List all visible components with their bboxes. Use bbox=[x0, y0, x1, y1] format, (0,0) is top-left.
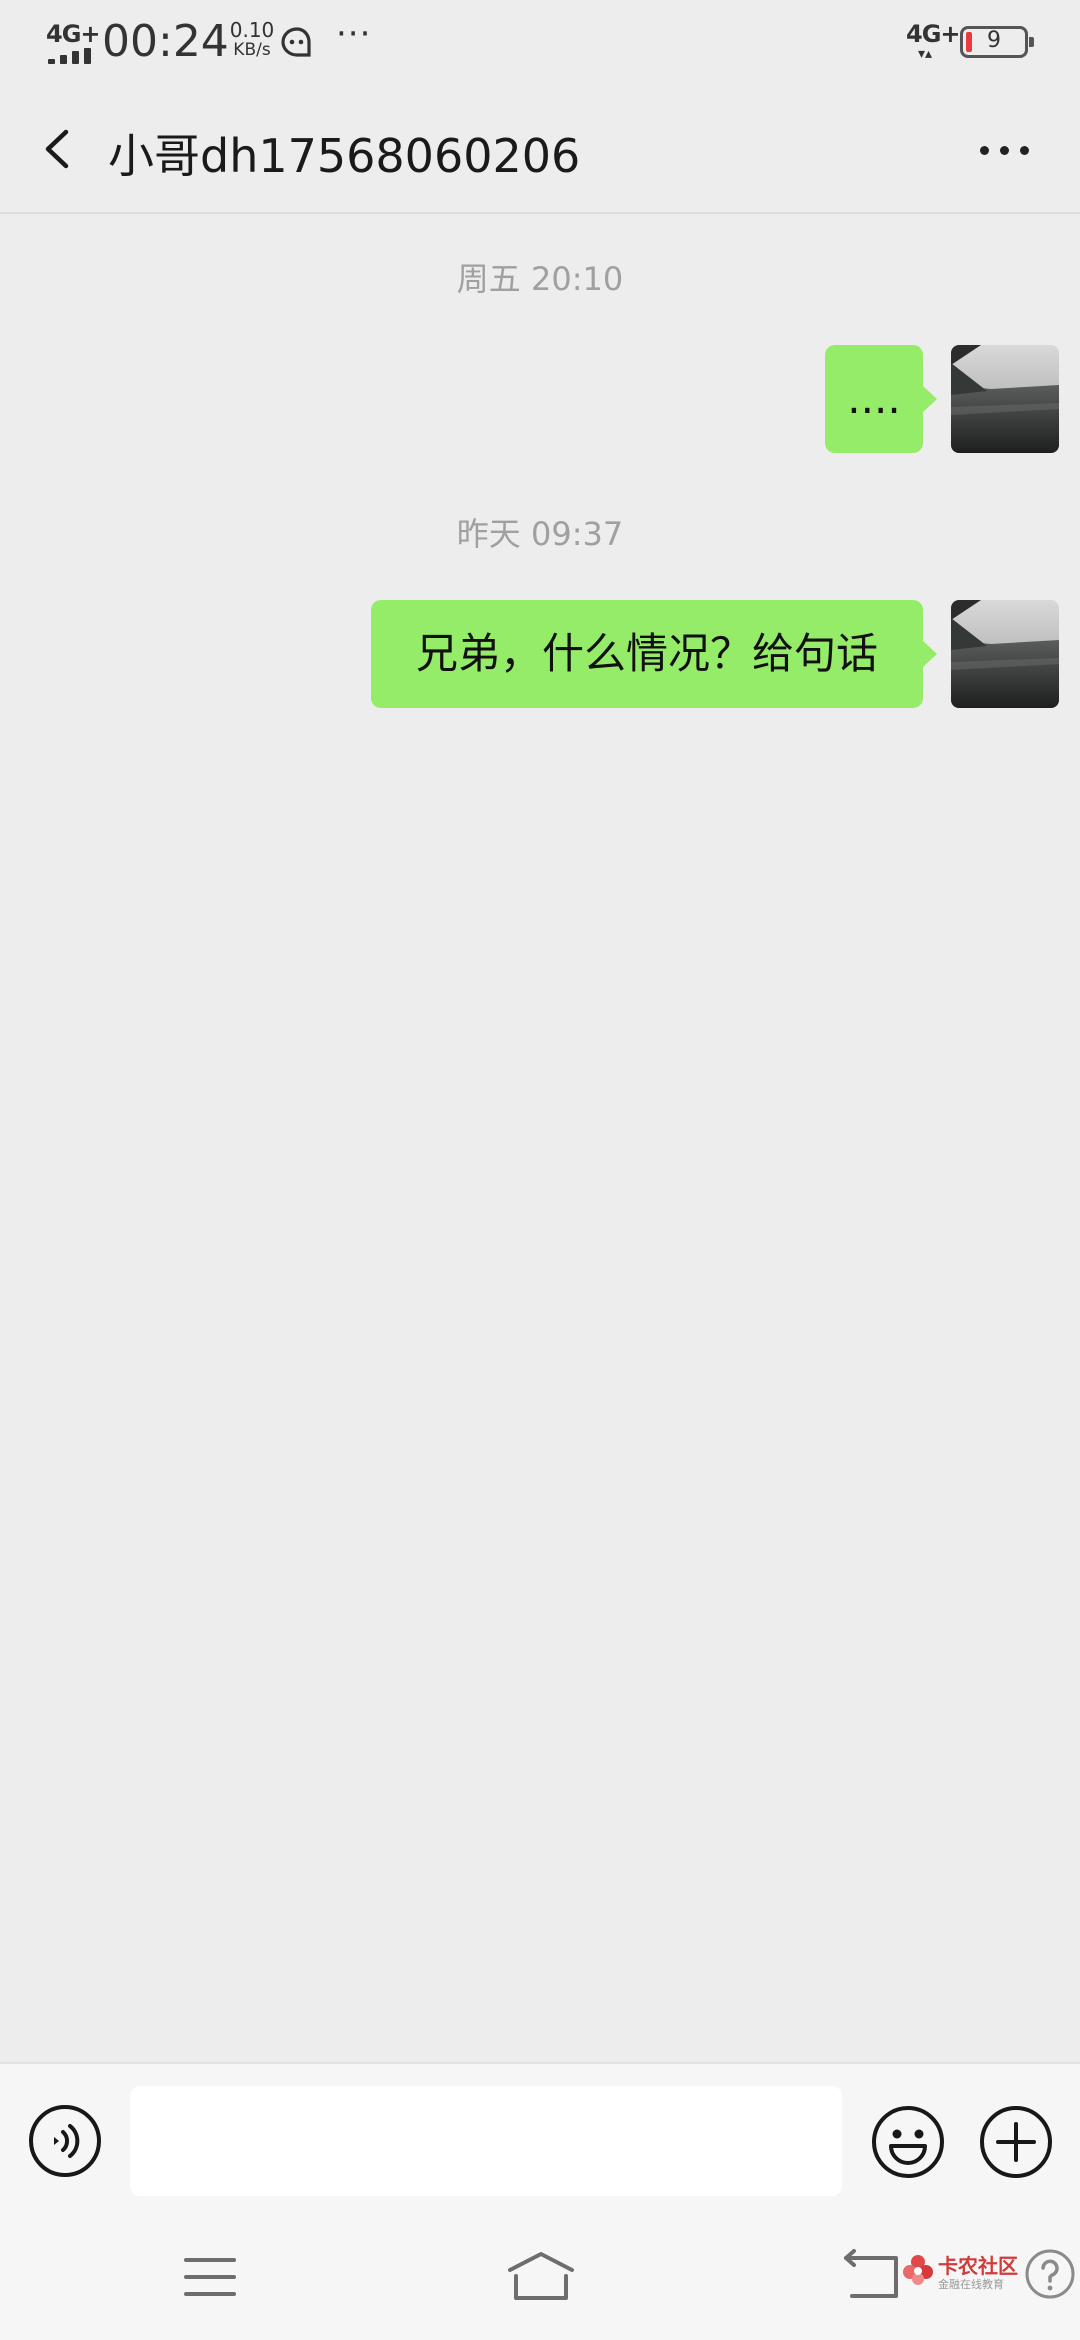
chat-title: 小哥dh17568060206 bbox=[108, 129, 581, 183]
system-navigation-bar: 卡农社区 金融在线教育 bbox=[0, 2212, 1080, 2340]
watermark-title: 卡农社区 bbox=[938, 2254, 1018, 2278]
signal-indicator-right: 4G+ ▾▴ bbox=[904, 20, 961, 64]
network-type-left: 4G+ bbox=[46, 20, 101, 48]
dot-icon bbox=[980, 146, 989, 155]
chat-notification-icon bbox=[281, 27, 311, 57]
signal-indicator-left: 4G+ bbox=[46, 20, 101, 64]
back-button[interactable] bbox=[30, 114, 90, 184]
home-icon[interactable] bbox=[504, 2248, 578, 2304]
message-input[interactable] bbox=[130, 2086, 842, 2196]
data-arrows-icon: ▾▴ bbox=[918, 46, 933, 62]
message-timestamp: 昨天 09:37 bbox=[456, 515, 624, 553]
menu-icon[interactable] bbox=[182, 2254, 238, 2300]
message-bubble[interactable]: 兄弟，什么情况？给句话 bbox=[371, 600, 937, 708]
watermark-subtitle: 金融在线教育 bbox=[938, 2278, 1004, 2291]
chat-header: 小哥dh17568060206 bbox=[0, 84, 1080, 214]
message-text: 兄弟，什么情况？给句话 bbox=[415, 629, 878, 678]
message-text: .... bbox=[847, 374, 901, 423]
input-bar bbox=[0, 2062, 1080, 2212]
dot-icon bbox=[1000, 146, 1009, 155]
status-more-icon: ··· bbox=[336, 14, 372, 54]
watermark-logo: 卡农社区 金融在线教育 bbox=[902, 2250, 1022, 2300]
emoji-button[interactable] bbox=[870, 2104, 946, 2180]
system-back-icon[interactable] bbox=[840, 2248, 904, 2304]
network-speed: 0.10 KB/s bbox=[222, 20, 282, 60]
battery-icon: 9 bbox=[960, 26, 1034, 58]
more-functions-button[interactable] bbox=[978, 2104, 1054, 2180]
message-bubble[interactable]: .... bbox=[825, 345, 937, 453]
voice-input-button[interactable] bbox=[28, 2104, 102, 2178]
help-icon[interactable] bbox=[1024, 2248, 1076, 2300]
avatar[interactable] bbox=[951, 345, 1059, 453]
battery-level-text: 9 bbox=[987, 28, 1001, 53]
network-speed-unit: KB/s bbox=[233, 40, 271, 60]
avatar[interactable] bbox=[951, 600, 1059, 708]
more-options-button[interactable] bbox=[966, 114, 1046, 184]
status-time: 00:24 bbox=[102, 16, 229, 67]
network-speed-value: 0.10 bbox=[229, 18, 275, 42]
dot-icon bbox=[1020, 146, 1029, 155]
flower-logo-icon bbox=[903, 2255, 933, 2285]
message-timestamp: 周五 20:10 bbox=[456, 260, 624, 298]
signal-bars-icon bbox=[48, 48, 94, 64]
chat-screen: 4G+ 00:24 0.10 KB/s ··· 4G+ ▾▴ 9 小哥dh175… bbox=[0, 0, 1080, 2340]
status-bar: 4G+ 00:24 0.10 KB/s ··· 4G+ ▾▴ 9 bbox=[0, 0, 1080, 84]
network-type-right: 4G+ bbox=[906, 20, 961, 48]
